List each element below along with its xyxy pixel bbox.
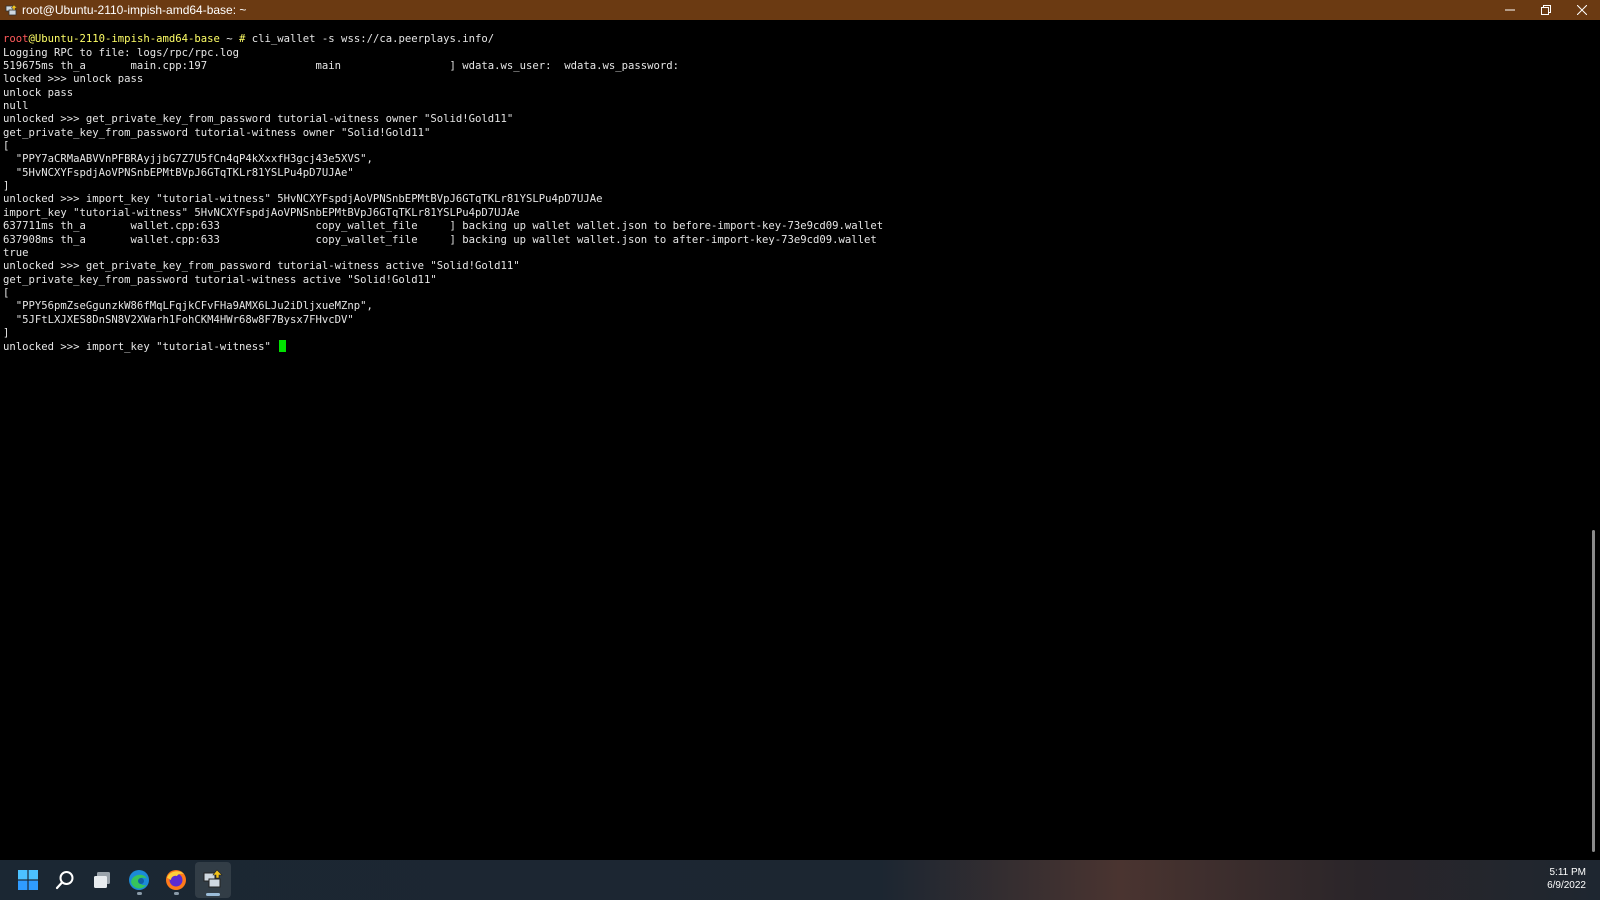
terminal-scrollbar[interactable]	[1586, 20, 1600, 860]
restore-button[interactable]	[1528, 0, 1564, 20]
prompt-path: ~	[219, 33, 239, 46]
scrollbar-thumb[interactable]	[1592, 530, 1595, 852]
firefox-button[interactable]	[158, 862, 194, 898]
terminal-line: 519675ms th_a main.cpp:197 main ] wdata.…	[3, 60, 680, 73]
terminal-line: [	[3, 140, 10, 153]
terminal-line: true	[3, 246, 29, 259]
putty-icon	[203, 869, 223, 888]
windows-logo-icon	[18, 870, 38, 890]
edge-browser-icon	[129, 870, 149, 890]
terminal-line: "PPY56pmZseGgunzkW86fMqLFqjkCFvFHa9AMX6L…	[3, 300, 373, 313]
start-button[interactable]	[10, 862, 46, 898]
terminal-line: get_private_key_from_password tutorial-w…	[3, 273, 437, 286]
running-indicator	[137, 892, 142, 895]
terminal-line: [	[3, 286, 10, 299]
terminal-line: 637711ms th_a wallet.cpp:633 copy_wallet…	[3, 220, 884, 233]
task-view-icon	[94, 872, 110, 888]
terminal-cursor	[279, 340, 287, 353]
terminal-line: unlocked >>> import_key "tutorial-witnes…	[3, 193, 603, 206]
close-icon	[1577, 5, 1587, 15]
terminal-line: "5HvNCXYFspdjAoVPNSnbEPMtBVpJ6GTqTKLr81Y…	[3, 166, 354, 179]
terminal-line: unlocked >>> get_private_key_from_passwo…	[3, 260, 520, 273]
clock-date: 6/9/2022	[1547, 880, 1586, 891]
clock-time: 5:11 PM	[1549, 867, 1587, 878]
search-button[interactable]	[47, 862, 83, 898]
firefox-icon	[166, 870, 186, 890]
terminal-output[interactable]: root@Ubuntu-2110-impish-amd64-base ~ # c…	[0, 20, 1586, 860]
terminal-line: locked >>> unlock pass	[3, 73, 144, 86]
terminal-input-line[interactable]: unlocked >>> import_key "tutorial-witnes…	[0, 340, 1586, 353]
terminal-line: "PPY7aCRMaABVVnPFBRAyjjbG7Z7U5fCn4qP4kXx…	[3, 153, 373, 166]
terminal-prompt-line: root@Ubuntu-2110-impish-amd64-base ~ # c…	[0, 33, 1586, 46]
prompt-user: root	[3, 33, 29, 46]
terminal-current-input: unlocked >>> import_key "tutorial-witnes…	[3, 341, 278, 354]
running-indicator	[174, 892, 179, 895]
window-titlebar[interactable]: root@Ubuntu-2110-impish-amd64-base: ~	[0, 0, 1600, 20]
taskbar-clock[interactable]: 5:11 PM 6/9/2022	[1547, 866, 1586, 892]
terminal-line: unlocked >>> get_private_key_from_passwo…	[3, 113, 514, 126]
terminal-line: get_private_key_from_password tutorial-w…	[3, 126, 431, 139]
task-view-button[interactable]	[84, 862, 120, 898]
terminal-line: null	[3, 100, 29, 113]
edge-button[interactable]	[121, 862, 157, 898]
window-title: root@Ubuntu-2110-impish-amd64-base: ~	[22, 3, 247, 17]
terminal-line: "5JFtLXJXES8DnSN8V2XWarh1FohCKM4HWr68w8F…	[3, 313, 354, 326]
terminal-line: 637908ms th_a wallet.cpp:633 copy_wallet…	[3, 233, 877, 246]
terminal-line: ]	[3, 180, 10, 193]
minimize-button[interactable]	[1492, 0, 1528, 20]
terminal-line: unlock pass	[3, 86, 74, 99]
close-button[interactable]	[1564, 0, 1600, 20]
putty-button[interactable]	[195, 862, 231, 898]
terminal-line: ]	[3, 326, 10, 339]
terminal-line: Logging RPC to file: logs/rpc/rpc.log	[3, 46, 239, 59]
prompt-host: @Ubuntu-2110-impish-amd64-base	[28, 33, 220, 46]
putty-terminal-icon	[4, 3, 18, 17]
restore-icon	[1541, 5, 1551, 15]
window-controls	[1492, 0, 1600, 20]
active-indicator	[206, 893, 220, 896]
prompt-command: cli_wallet -s wss://ca.peerplays.info/	[245, 33, 495, 46]
terminal-line: import_key "tutorial-witness" 5HvNCXYFsp…	[3, 206, 520, 219]
minimize-icon	[1505, 9, 1515, 11]
search-icon	[55, 871, 74, 890]
windows-taskbar	[0, 860, 1600, 900]
